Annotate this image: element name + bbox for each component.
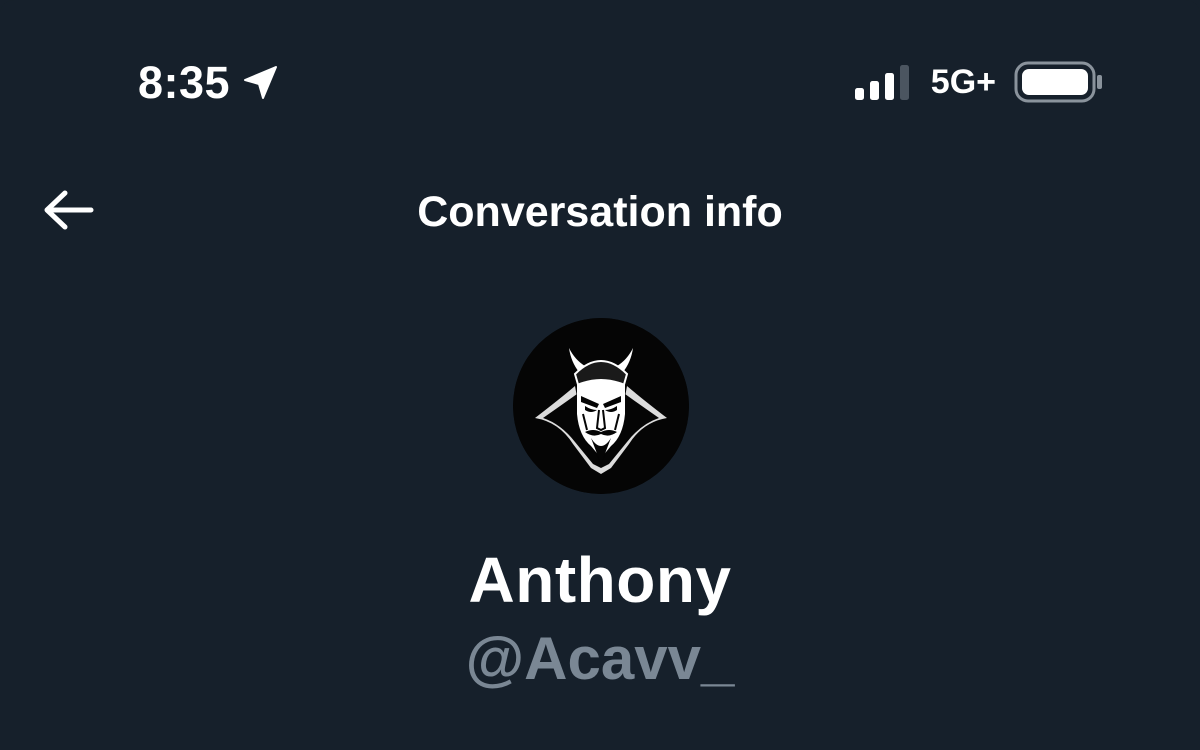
network-type: 5G+ <box>930 63 996 101</box>
display-name: Anthony <box>468 544 732 616</box>
clock-time: 8:35 <box>138 56 231 108</box>
location-arrow-icon <box>240 63 280 103</box>
devil-avatar-icon <box>513 318 689 494</box>
status-bar-indicators: 5G+ <box>853 56 1104 108</box>
user-handle[interactable]: @Acavv_ <box>0 624 1200 694</box>
conversation-info-screen: 8:35 5G+ Conversation info Anthony @Acav… <box>0 0 1200 750</box>
status-bar-time: 8:35 <box>138 50 280 114</box>
battery-icon <box>1014 60 1104 104</box>
avatar[interactable] <box>513 318 689 494</box>
cellular-signal-icon <box>853 62 915 102</box>
page-title: Conversation info <box>417 188 783 236</box>
